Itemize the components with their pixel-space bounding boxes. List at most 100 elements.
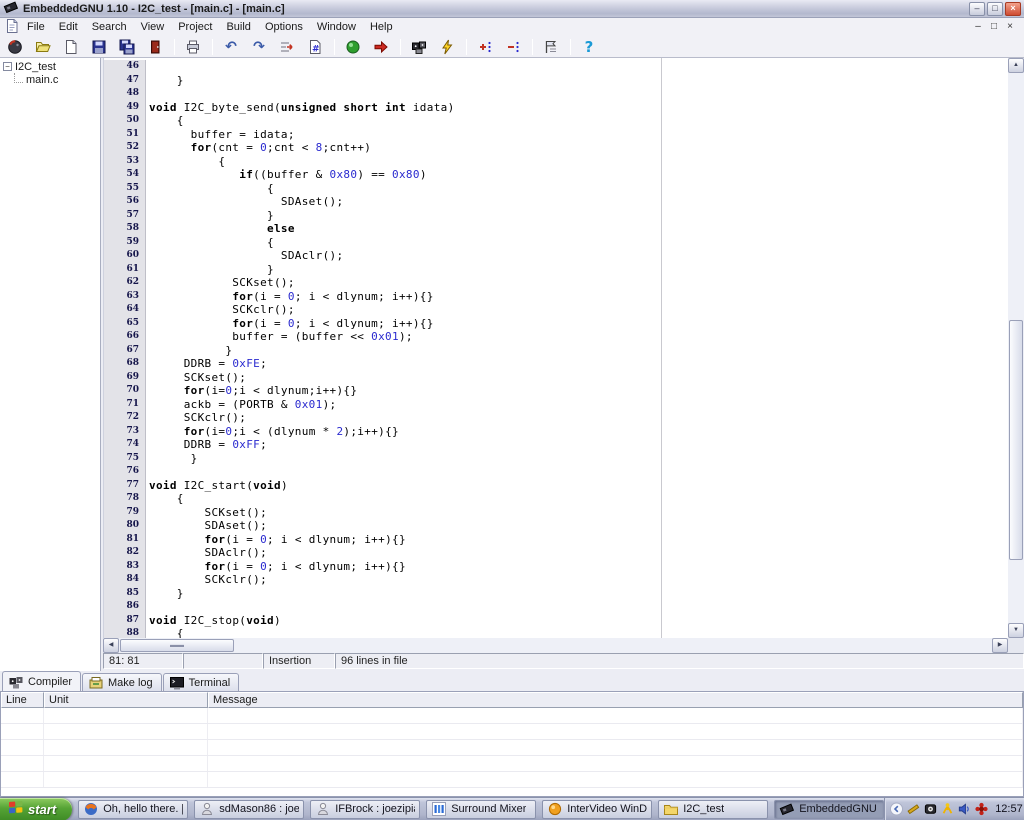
mdi-restore-icon[interactable]: □ — [988, 21, 1000, 33]
vertical-scrollbar[interactable]: ▲ ▼ — [1008, 58, 1024, 638]
exit-icon[interactable] — [144, 37, 166, 57]
code-line[interactable]: 68 DDRB = 0xFE; — [104, 357, 1008, 371]
compile-icon[interactable] — [342, 37, 364, 57]
code-line[interactable]: 53 { — [104, 155, 1008, 169]
mdi-minimize-icon[interactable]: – — [972, 21, 984, 33]
code-line[interactable]: 70 for(i=0;i < dlynum;i++){} — [104, 384, 1008, 398]
menu-item-options[interactable]: Options — [258, 19, 310, 35]
taskbar-button-intervideo-windv[interactable]: InterVideo WinDV... — [542, 800, 652, 819]
collapse-chevron-icon[interactable] — [889, 802, 904, 817]
save-all-icon[interactable] — [116, 37, 138, 57]
help-icon[interactable]: ? — [578, 37, 600, 57]
code-line[interactable]: 60 SDAclr(); — [104, 249, 1008, 263]
new-file-icon[interactable] — [60, 37, 82, 57]
minimize-button[interactable]: – — [969, 2, 985, 16]
dark-globe-icon[interactable] — [4, 37, 26, 57]
code-line[interactable]: 57 } — [104, 209, 1008, 223]
rebuild-icon[interactable] — [436, 37, 458, 57]
menu-item-build[interactable]: Build — [219, 19, 257, 35]
view-doc-icon[interactable]: # — [304, 37, 326, 57]
code-line[interactable]: 48 — [104, 87, 1008, 101]
menu-item-window[interactable]: Window — [310, 19, 363, 35]
add-watch-icon[interactable] — [474, 37, 496, 57]
menu-item-view[interactable]: View — [134, 19, 172, 35]
tab-terminal[interactable]: Terminal — [163, 673, 240, 691]
code-line[interactable]: 76 — [104, 465, 1008, 479]
code-line[interactable]: 73 for(i=0;i < (dlynum * 2);i++){} — [104, 425, 1008, 439]
code-line[interactable]: 83 for(i = 0; i < dlynum; i++){} — [104, 560, 1008, 574]
scroll-down-icon[interactable]: ▼ — [1008, 623, 1024, 638]
code-line[interactable]: 88 { — [104, 627, 1008, 638]
scroll-left-icon[interactable]: ◀ — [103, 638, 119, 653]
code-line[interactable]: 69 SCKset(); — [104, 371, 1008, 385]
code-line[interactable]: 65 for(i = 0; i < dlynum; i++){} — [104, 317, 1008, 331]
scroll-up-icon[interactable]: ▲ — [1008, 58, 1024, 73]
open-file-icon[interactable] — [32, 37, 54, 57]
scroll-right-icon[interactable]: ▶ — [992, 638, 1008, 653]
menu-item-search[interactable]: Search — [85, 19, 134, 35]
gold-pen-icon[interactable] — [906, 802, 921, 817]
close-button[interactable]: × — [1005, 2, 1021, 16]
code-line[interactable]: 63 for(i = 0; i < dlynum; i++){} — [104, 290, 1008, 304]
code-editor[interactable]: 4647 }4849void I2C_byte_send(unsigned sh… — [103, 58, 1024, 638]
vertical-scroll-thumb[interactable] — [1009, 320, 1023, 560]
code-line[interactable]: 62 SCKset(); — [104, 276, 1008, 290]
code-line[interactable]: 64 SCKclr(); — [104, 303, 1008, 317]
code-line[interactable]: 50 { — [104, 114, 1008, 128]
tree-item-project[interactable]: − I2C_test — [3, 60, 100, 73]
menu-item-help[interactable]: Help — [363, 19, 400, 35]
code-line[interactable]: 85 } — [104, 587, 1008, 601]
tab-compiler[interactable]: Compiler — [2, 671, 81, 691]
code-line[interactable]: 75 } — [104, 452, 1008, 466]
taskbar-button-i2c-test[interactable]: I2C_test — [658, 800, 768, 819]
code-line[interactable]: 61 } — [104, 263, 1008, 277]
code-line[interactable]: 77void I2C_start(void) — [104, 479, 1008, 493]
code-line[interactable]: 67 } — [104, 344, 1008, 358]
tree-item-file[interactable]: main.c — [3, 73, 100, 86]
code-line[interactable]: 81 for(i = 0; i < dlynum; i++){} — [104, 533, 1008, 547]
code-line[interactable]: 82 SDAclr(); — [104, 546, 1008, 560]
aim-icon[interactable] — [940, 802, 955, 817]
print-icon[interactable] — [182, 37, 204, 57]
code-line[interactable]: 80 SDAset(); — [104, 519, 1008, 533]
remove-watch-icon[interactable] — [502, 37, 524, 57]
code-line[interactable]: 59 { — [104, 236, 1008, 250]
start-button[interactable]: start — [0, 798, 72, 820]
code-line[interactable]: 86 — [104, 600, 1008, 614]
maximize-button[interactable]: □ — [987, 2, 1003, 16]
camera-icon[interactable] — [923, 802, 938, 817]
download-icon[interactable] — [370, 37, 392, 57]
taskbar-button-surround-mixer[interactable]: Surround Mixer — [426, 800, 536, 819]
code-line[interactable]: 84 SCKclr(); — [104, 573, 1008, 587]
save-icon[interactable] — [88, 37, 110, 57]
horizontal-scrollbar[interactable]: ◀ ▬▬ ▶ — [103, 638, 1008, 653]
taskbar-button-ifbrock-joezipia[interactable]: IFBrock : joezipia... — [310, 800, 420, 819]
menu-item-edit[interactable]: Edit — [52, 19, 85, 35]
code-line[interactable]: 78 { — [104, 492, 1008, 506]
redo-icon[interactable]: ↷ — [248, 37, 270, 57]
taskbar-button-embeddedgnu[interactable]: EmbeddedGNU — [774, 800, 884, 819]
code-line[interactable]: 79 SCKset(); — [104, 506, 1008, 520]
collapse-icon[interactable]: − — [3, 62, 12, 71]
code-line[interactable]: 52 for(cnt = 0;cnt < 8;cnt++) — [104, 141, 1008, 155]
menu-item-file[interactable]: File — [20, 19, 52, 35]
virus-scan-icon[interactable] — [974, 802, 989, 817]
taskbar-button-oh-hello-there[interactable]: Oh, hello there. [... — [78, 800, 188, 819]
undo-icon[interactable]: ↶ — [220, 37, 242, 57]
horizontal-scroll-thumb[interactable]: ▬▬ — [120, 639, 234, 652]
code-line[interactable]: 87void I2C_stop(void) — [104, 614, 1008, 628]
code-line[interactable]: 54 if((buffer & 0x80) == 0x80) — [104, 168, 1008, 182]
goto-line-icon[interactable] — [276, 37, 298, 57]
code-line[interactable]: 56 SDAset(); — [104, 195, 1008, 209]
code-line[interactable]: 46 — [104, 60, 1008, 74]
code-line[interactable]: 58 else — [104, 222, 1008, 236]
menu-item-project[interactable]: Project — [171, 19, 219, 35]
mdi-close-icon[interactable]: × — [1004, 21, 1016, 33]
code-line[interactable]: 72 SCKclr(); — [104, 411, 1008, 425]
volume-icon[interactable] — [957, 802, 972, 817]
code-line[interactable]: 74 DDRB = 0xFF; — [104, 438, 1008, 452]
code-line[interactable]: 49void I2C_byte_send(unsigned short int … — [104, 101, 1008, 115]
build-icon[interactable] — [408, 37, 430, 57]
code-line[interactable]: 71 ackb = (PORTB & 0x01); — [104, 398, 1008, 412]
code-line[interactable]: 66 buffer = (buffer << 0x01); — [104, 330, 1008, 344]
